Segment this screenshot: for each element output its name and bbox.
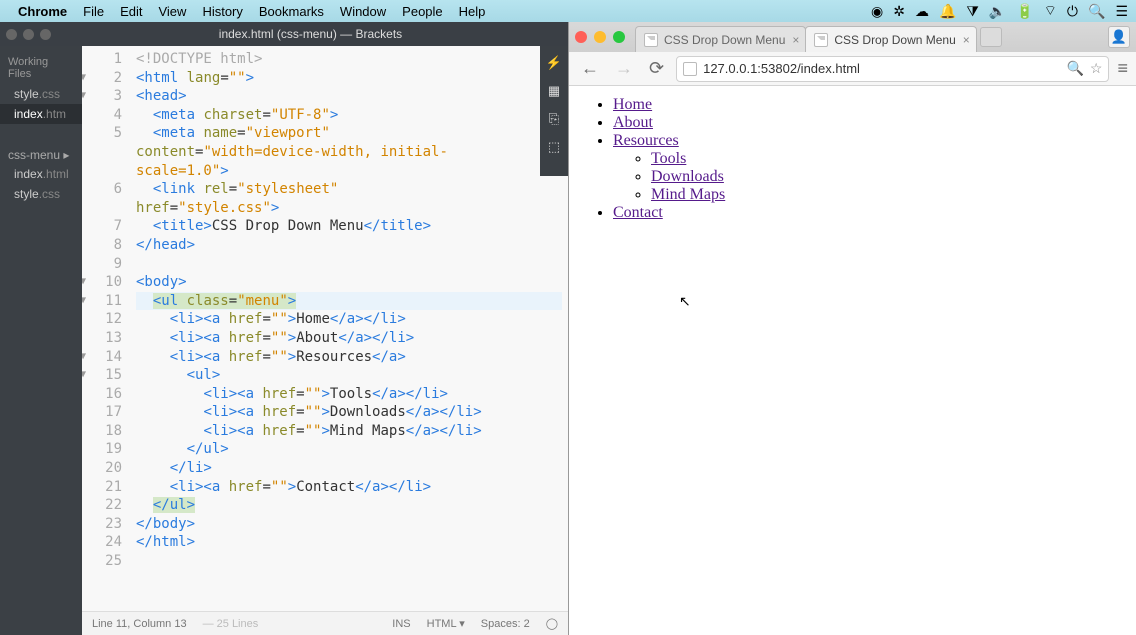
link-about[interactable]: About bbox=[613, 114, 653, 131]
reload-button[interactable]: ⟳ bbox=[645, 58, 668, 79]
settings-icon[interactable]: ✲ bbox=[893, 3, 905, 20]
window-minimize-icon[interactable] bbox=[23, 29, 34, 40]
menu-window[interactable]: Window bbox=[340, 4, 386, 19]
favicon-icon bbox=[814, 33, 828, 47]
address-bar[interactable]: 127.0.0.1:53802/index.html 🔍 ☆ bbox=[676, 56, 1109, 82]
tab-close-icon[interactable]: × bbox=[792, 33, 799, 47]
list-item: Tools bbox=[651, 150, 1122, 168]
new-tab-button[interactable] bbox=[980, 27, 1002, 47]
status-spaces[interactable]: Spaces: 2 bbox=[481, 618, 530, 630]
notifications-icon[interactable]: 🔔 bbox=[939, 3, 956, 20]
brackets-sidebar: Working Files style.css index.htm css-me… bbox=[0, 46, 82, 635]
list-item: Home bbox=[613, 96, 1122, 114]
wifi-icon[interactable]: ⌔ bbox=[1044, 2, 1057, 20]
chrome-profile-icon[interactable]: 👤 bbox=[1108, 26, 1130, 48]
chrome-tabstrip: CSS Drop Down Menu × CSS Drop Down Menu … bbox=[569, 22, 1136, 52]
dropbox-icon[interactable]: ⧩ bbox=[966, 3, 979, 20]
project-file-index-html[interactable]: index.html bbox=[0, 164, 82, 184]
code-icon[interactable]: ⎘ bbox=[545, 110, 563, 128]
link-home[interactable]: Home bbox=[613, 96, 652, 113]
status-circle-icon[interactable]: ◯ bbox=[546, 617, 558, 630]
favicon-icon bbox=[644, 33, 658, 47]
link-resources[interactable]: Resources bbox=[613, 132, 679, 149]
list-item: Resources Tools Downloads Mind Maps bbox=[613, 132, 1122, 204]
menu-extras-icon[interactable]: ☰ bbox=[1115, 3, 1128, 20]
working-files-label: Working Files bbox=[0, 52, 82, 84]
package-icon[interactable]: ⬚ bbox=[545, 138, 563, 156]
back-button[interactable]: ← bbox=[577, 58, 603, 79]
browser-tab[interactable]: CSS Drop Down Menu × bbox=[635, 26, 806, 52]
window-zoom-icon[interactable] bbox=[40, 29, 51, 40]
forward-button[interactable]: → bbox=[611, 58, 637, 79]
status-cursor-position: Line 11, Column 13 bbox=[92, 618, 187, 630]
chrome-toolbar: ← → ⟳ 127.0.0.1:53802/index.html 🔍 ☆ ≡ bbox=[569, 52, 1136, 86]
window-close-icon[interactable] bbox=[6, 29, 17, 40]
bookmark-star-icon[interactable]: ☆ bbox=[1090, 60, 1103, 77]
brackets-statusbar: Line 11, Column 13 — 25 Lines INS HTML ▾… bbox=[82, 611, 568, 635]
link-contact[interactable]: Contact bbox=[613, 204, 663, 221]
list-item: Downloads bbox=[651, 168, 1122, 186]
tab-title: CSS Drop Down Menu bbox=[834, 33, 955, 47]
list-item: Mind Maps bbox=[651, 186, 1122, 204]
link-mind-maps[interactable]: Mind Maps bbox=[651, 186, 725, 203]
mac-menubar: Chrome File Edit View History Bookmarks … bbox=[0, 0, 1136, 22]
cloud-icon[interactable]: ☁ bbox=[915, 3, 929, 20]
tab-close-icon[interactable]: × bbox=[963, 33, 970, 47]
rendered-page: Home About Resources Tools Downloads Min… bbox=[569, 86, 1136, 635]
chrome-window: CSS Drop Down Menu × CSS Drop Down Menu … bbox=[568, 22, 1136, 635]
menu-people[interactable]: People bbox=[402, 4, 442, 19]
chrome-menu-icon[interactable]: ≡ bbox=[1117, 58, 1128, 79]
brackets-window: index.html (css-menu) — Brackets Working… bbox=[0, 22, 568, 635]
menu-history[interactable]: History bbox=[202, 4, 242, 19]
working-file-index-html[interactable]: index.htm bbox=[0, 104, 82, 124]
battery-icon[interactable]: 🔋 bbox=[1016, 3, 1033, 20]
code-editor[interactable]: 1▼2▼3456789▼10▼111213▼14▼151617181920212… bbox=[82, 46, 568, 611]
list-item: Contact bbox=[613, 204, 1122, 222]
spotlight-icon[interactable]: 🔍 bbox=[1088, 3, 1105, 20]
menu-edit[interactable]: Edit bbox=[120, 4, 142, 19]
chrome-minimize-icon[interactable] bbox=[594, 31, 606, 43]
menu-help[interactable]: Help bbox=[459, 4, 486, 19]
page-icon bbox=[683, 62, 697, 76]
power-icon[interactable]: ⏻ bbox=[1067, 3, 1078, 20]
list-item: About bbox=[613, 114, 1122, 132]
working-file-style-css[interactable]: style.css bbox=[0, 84, 82, 104]
chrome-zoom-icon[interactable] bbox=[613, 31, 625, 43]
extension-manager-icon[interactable]: ▦ bbox=[545, 82, 563, 100]
volume-icon[interactable]: 🔈 bbox=[989, 3, 1006, 20]
tab-title: CSS Drop Down Menu bbox=[664, 33, 785, 47]
mouse-cursor-icon: ↖ bbox=[679, 294, 691, 311]
project-folder[interactable]: css-menu ▸ bbox=[0, 142, 82, 164]
brackets-toolstrip: ⚡ ▦ ⎘ ⬚ bbox=[540, 46, 568, 176]
live-preview-icon[interactable]: ⚡ bbox=[545, 54, 563, 72]
chrome-close-icon[interactable] bbox=[575, 31, 587, 43]
menu-view[interactable]: View bbox=[158, 4, 186, 19]
menu-file[interactable]: File bbox=[83, 4, 104, 19]
record-icon[interactable]: ◉ bbox=[871, 3, 883, 20]
brackets-title: index.html (css-menu) — Brackets bbox=[59, 27, 562, 41]
brackets-titlebar: index.html (css-menu) — Brackets bbox=[0, 22, 568, 46]
link-downloads[interactable]: Downloads bbox=[651, 168, 724, 185]
status-line-count: — 25 Lines bbox=[203, 618, 259, 630]
project-file-style-css[interactable]: style.css bbox=[0, 184, 82, 204]
url-text: 127.0.0.1:53802/index.html bbox=[703, 61, 1066, 76]
status-insert-mode[interactable]: INS bbox=[392, 618, 410, 630]
zoom-icon[interactable]: 🔍 bbox=[1066, 60, 1083, 77]
status-language[interactable]: HTML ▾ bbox=[427, 617, 465, 630]
browser-tab-active[interactable]: CSS Drop Down Menu × bbox=[805, 26, 976, 52]
link-tools[interactable]: Tools bbox=[651, 150, 686, 167]
mac-status-icons: ◉ ✲ ☁ 🔔 ⧩ 🔈 🔋 ⌔ ⏻ 🔍 ☰ bbox=[871, 2, 1128, 20]
menu-bookmarks[interactable]: Bookmarks bbox=[259, 4, 324, 19]
menu-app-name[interactable]: Chrome bbox=[18, 4, 67, 19]
